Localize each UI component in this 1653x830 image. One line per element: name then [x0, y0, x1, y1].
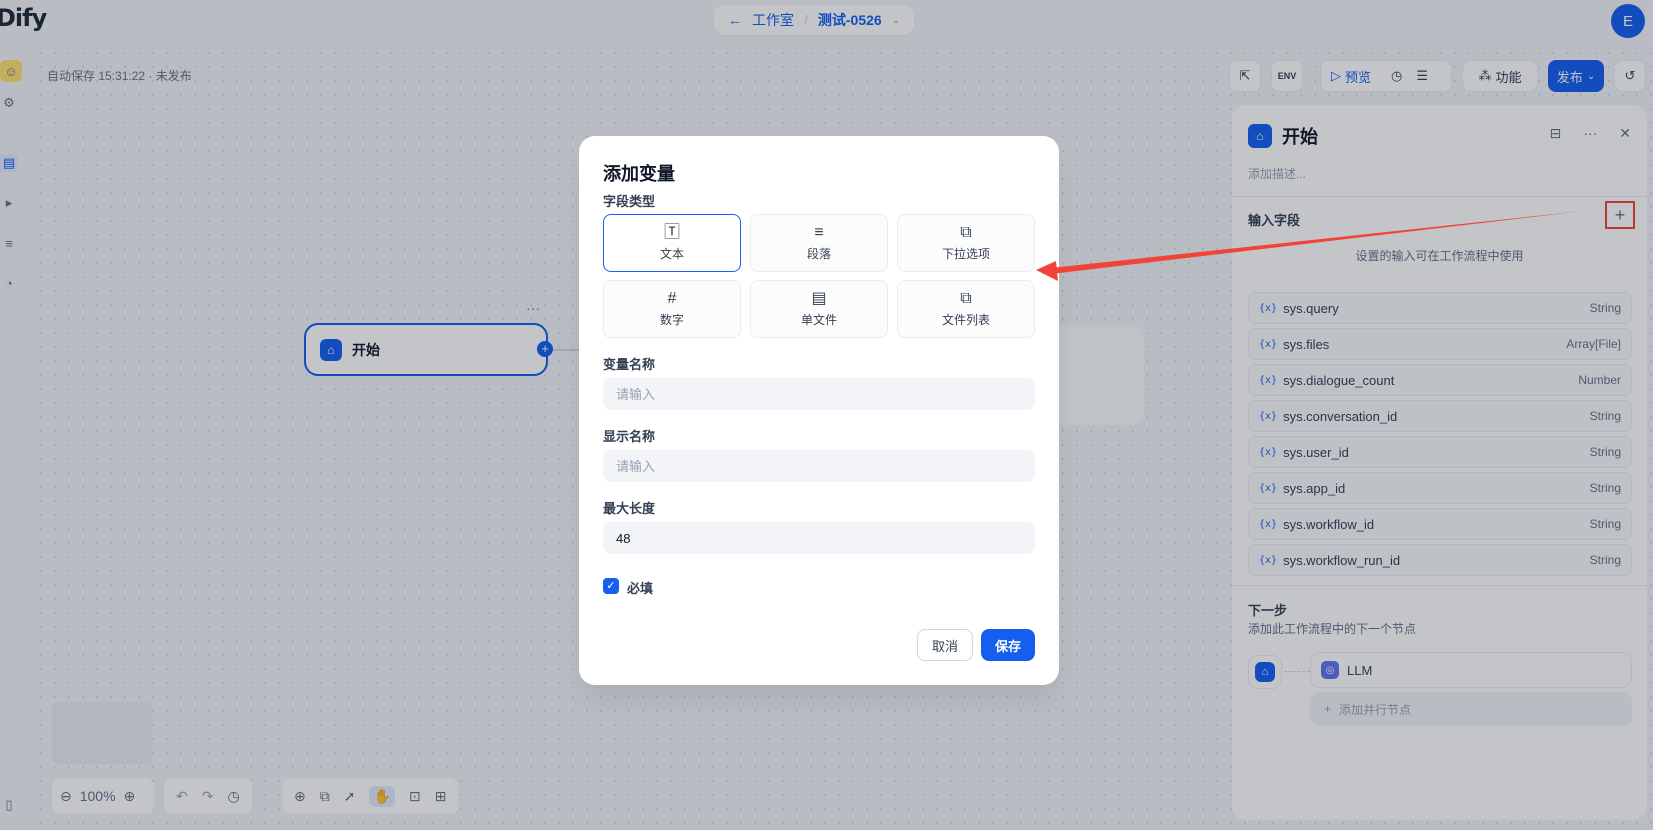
modal-title: 添加变量 — [603, 164, 675, 184]
type-label: 下拉选项 — [941, 247, 990, 261]
type-label: 数字 — [659, 313, 684, 327]
type-select-option[interactable]: ⧉ 下拉选项 — [897, 214, 1035, 272]
paragraph-icon: ≡ — [814, 224, 824, 241]
type-text-option[interactable]: 🅃 文本 — [603, 214, 741, 272]
panel-backdrop — [1232, 105, 1647, 820]
variable-name-label: 变量名称 — [603, 357, 656, 372]
text-type-icon: 🅃 — [663, 224, 680, 241]
required-label: 必填 — [627, 581, 654, 596]
variable-name-input[interactable] — [603, 378, 1035, 410]
single-file-icon: ▤ — [811, 290, 827, 307]
file-list-icon: ⧉ — [960, 290, 972, 307]
type-label: 文本 — [659, 247, 684, 261]
type-label: 文件列表 — [941, 313, 990, 327]
max-length-input[interactable] — [603, 522, 1035, 554]
type-label: 单文件 — [800, 313, 837, 327]
type-paragraph-option[interactable]: ≡ 段落 — [750, 214, 888, 272]
type-number-option[interactable]: # 数字 — [603, 280, 741, 338]
required-checkbox[interactable]: ✓ — [603, 578, 619, 594]
field-type-label: 字段类型 — [603, 194, 656, 209]
type-file-list-option[interactable]: ⧉ 文件列表 — [897, 280, 1035, 338]
cancel-button[interactable]: 取消 — [917, 629, 973, 661]
select-icon: ⧉ — [960, 224, 972, 241]
display-name-label: 显示名称 — [603, 429, 656, 444]
save-button[interactable]: 保存 — [981, 629, 1035, 661]
number-icon: # — [667, 290, 677, 307]
max-length-label: 最大长度 — [603, 501, 656, 516]
display-name-input[interactable] — [603, 450, 1035, 482]
type-label: 段落 — [806, 247, 831, 261]
type-single-file-option[interactable]: ▤ 单文件 — [750, 280, 888, 338]
add-variable-modal: 添加变量 字段类型 🅃 文本 ≡ 段落 ⧉ 下拉选项 # 数字 ▤ 单文件 ⧉ … — [579, 136, 1059, 685]
